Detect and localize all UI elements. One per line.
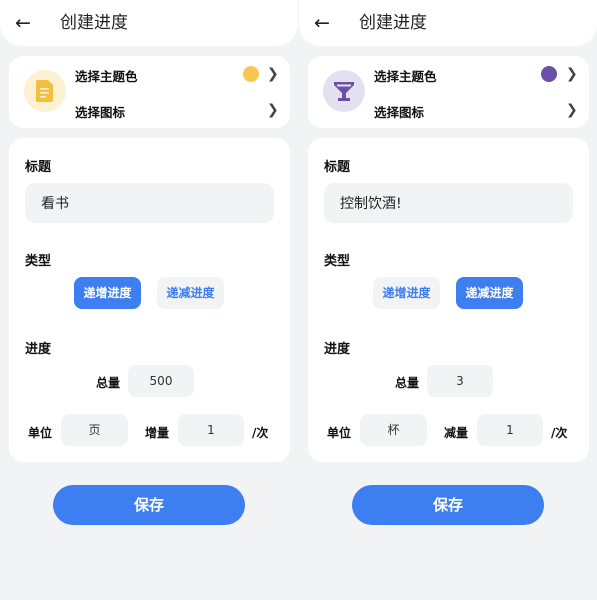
total-input[interactable]: 500 — [128, 365, 194, 397]
theme-card: 选择主题色 ❯ 选择图标 ❯ — [308, 56, 589, 128]
icon-select-label[interactable]: 选择图标 — [75, 102, 125, 121]
form-card: 标题 类型 递增进度 递减进度 进度 总量 500 单位 页 增量 1 /次 — [9, 138, 290, 462]
unit-label: 单位 — [327, 426, 352, 440]
form-card: 标题 类型 递增进度 递减进度 进度 总量 3 单位 杯 减量 1 /次 — [308, 138, 589, 462]
title-input-wrapper — [25, 183, 274, 223]
app-bar: ← 创建进度 — [0, 0, 298, 46]
step-input[interactable]: 1 — [178, 414, 244, 446]
theme-color-label[interactable]: 选择主题色 — [374, 66, 437, 85]
document-icon — [36, 80, 53, 102]
chevron-right-icon[interactable]: ❯ — [267, 67, 279, 81]
per-time-label: /次 — [252, 426, 269, 440]
theme-color-label[interactable]: 选择主题色 — [75, 66, 138, 85]
back-button[interactable]: ← — [12, 12, 34, 34]
total-input[interactable]: 3 — [427, 365, 493, 397]
icon-select-label[interactable]: 选择图标 — [374, 102, 424, 121]
decrement-type-button[interactable]: 递减进度 — [157, 277, 224, 309]
unit-input[interactable]: 杯 — [360, 414, 427, 446]
unit-label: 单位 — [28, 426, 53, 440]
step-label: 减量 — [444, 426, 469, 440]
title-label: 标题 — [324, 160, 351, 175]
app-bar: ← 创建进度 — [299, 0, 597, 46]
title-label: 标题 — [25, 160, 52, 175]
page-title: 创建进度 — [60, 13, 128, 33]
step-input[interactable]: 1 — [477, 414, 543, 446]
page-title: 创建进度 — [359, 13, 427, 33]
per-time-label: /次 — [551, 426, 568, 440]
theme-color-swatch[interactable] — [541, 66, 557, 82]
type-label: 类型 — [25, 254, 52, 269]
wine-glass-icon — [334, 82, 354, 101]
theme-color-swatch[interactable] — [243, 66, 259, 82]
selected-icon-preview[interactable] — [24, 70, 66, 112]
title-input-wrapper — [324, 183, 573, 223]
arrow-left-icon: ← — [314, 12, 330, 34]
save-button[interactable]: 保存 — [352, 485, 544, 525]
chevron-right-icon[interactable]: ❯ — [566, 67, 578, 81]
title-input[interactable] — [324, 183, 573, 223]
save-button[interactable]: 保存 — [53, 485, 245, 525]
increment-type-button[interactable]: 递增进度 — [373, 277, 440, 309]
type-label: 类型 — [324, 254, 351, 269]
step-label: 增量 — [145, 426, 170, 440]
selected-icon-preview[interactable] — [323, 70, 365, 112]
total-label: 总量 — [96, 376, 121, 390]
progress-label: 进度 — [25, 342, 52, 357]
chevron-right-icon[interactable]: ❯ — [267, 103, 279, 117]
screen-increment: ← 创建进度 选择主题色 ❯ 选择图标 ❯ 标题 类型 递增进度 递减进度 进度… — [0, 0, 298, 600]
chevron-right-icon[interactable]: ❯ — [566, 103, 578, 117]
theme-card: 选择主题色 ❯ 选择图标 ❯ — [9, 56, 290, 128]
progress-label: 进度 — [324, 342, 351, 357]
screen-decrement: ← 创建进度 选择主题色 ❯ 选择图标 ❯ 标题 类型 递增进度 递减进度 进度… — [299, 0, 597, 600]
decrement-type-button[interactable]: 递减进度 — [456, 277, 523, 309]
back-button[interactable]: ← — [311, 12, 333, 34]
total-label: 总量 — [395, 376, 420, 390]
unit-input[interactable]: 页 — [61, 414, 128, 446]
arrow-left-icon: ← — [15, 12, 31, 34]
increment-type-button[interactable]: 递增进度 — [74, 277, 141, 309]
title-input[interactable] — [25, 183, 274, 223]
